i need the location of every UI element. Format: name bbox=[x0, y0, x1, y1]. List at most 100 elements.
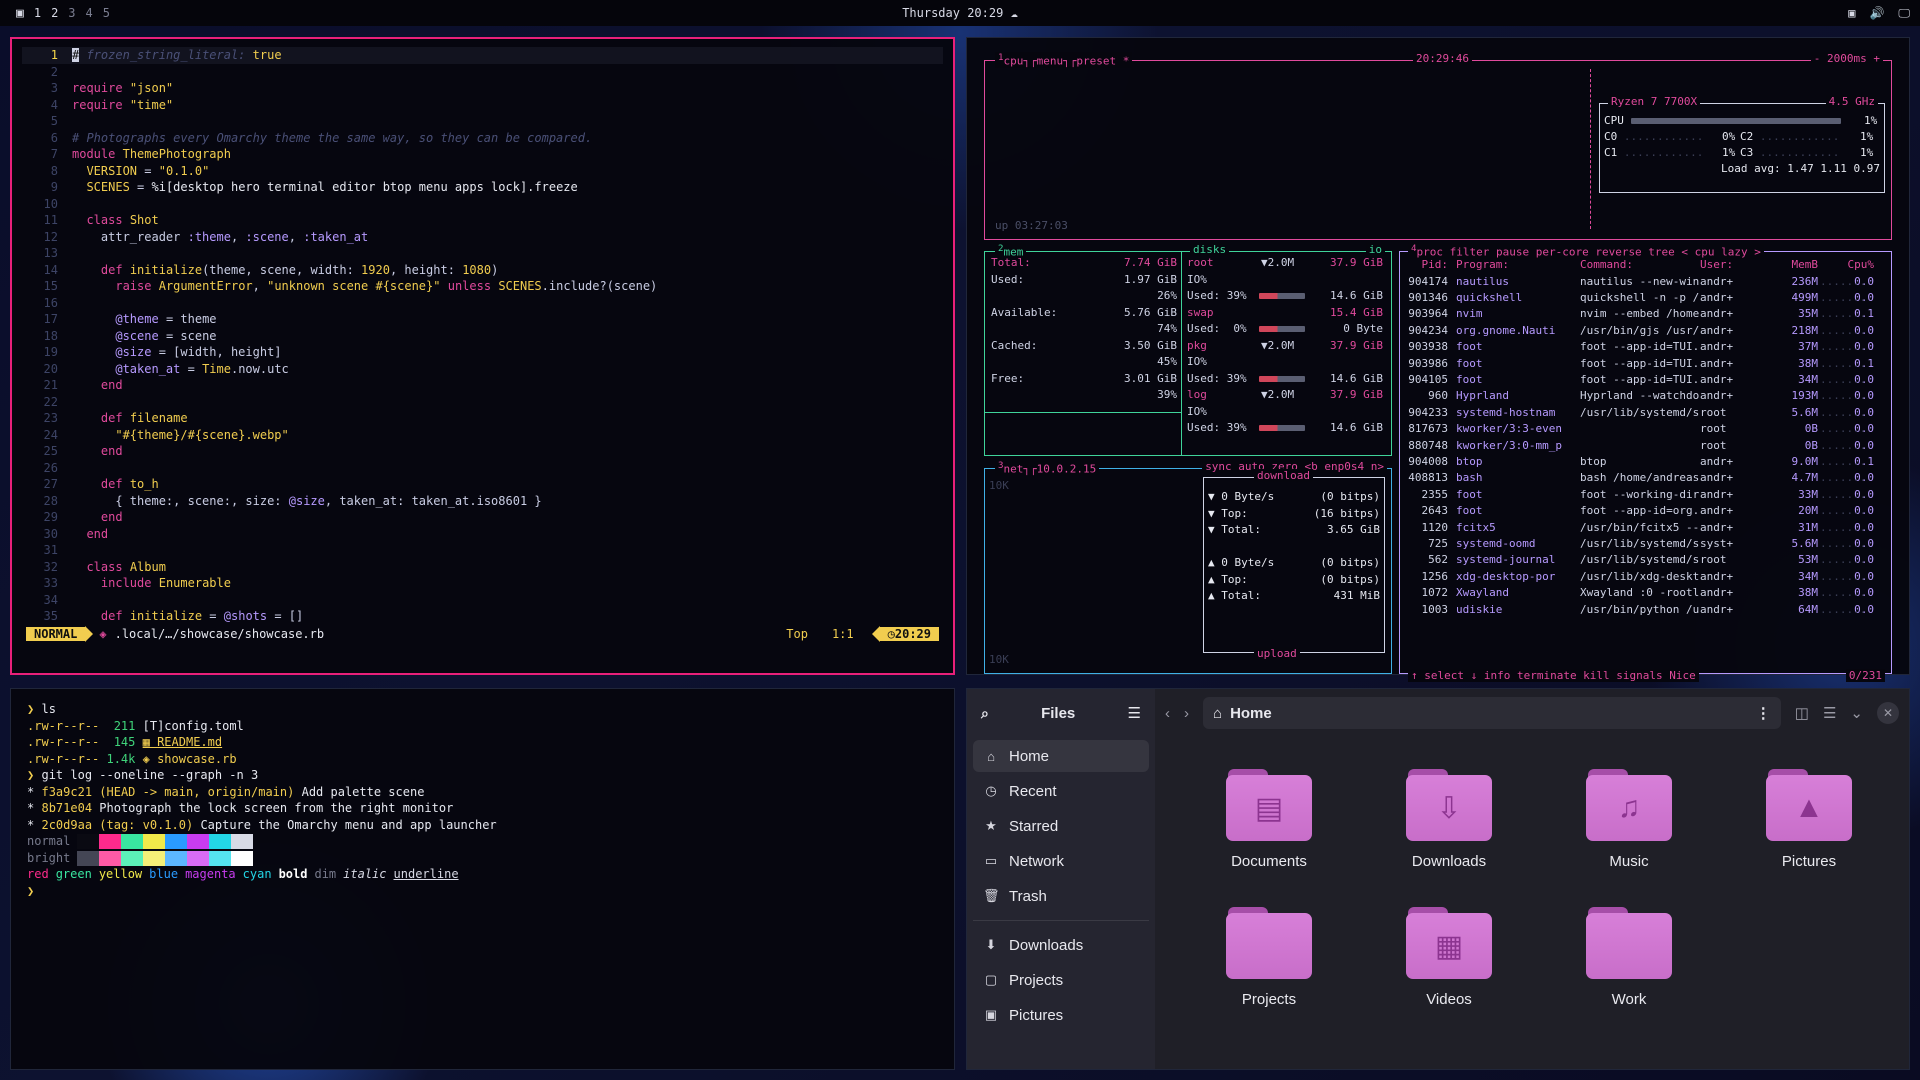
code-line[interactable]: 12 attr_reader :theme, :scene, :taken_at bbox=[22, 229, 943, 246]
workspace-1[interactable]: 1 bbox=[34, 6, 41, 20]
code-line[interactable]: 30 end bbox=[22, 526, 943, 543]
code-line[interactable]: 18 @scene = scene bbox=[22, 328, 943, 345]
code-line[interactable]: 24 "#{theme}/#{scene}.webp" bbox=[22, 427, 943, 444]
code-line[interactable]: 9 SCENES = %i[desktop hero terminal edit… bbox=[22, 179, 943, 196]
terminal-prompt[interactable]: ❯ bbox=[11, 883, 954, 900]
code-line[interactable]: 32 class Album bbox=[22, 559, 943, 576]
terminal-window[interactable]: ❯ ls .rw-r--r-- 211 [T]config.toml .rw-r--… bbox=[10, 688, 955, 1070]
code-line[interactable]: 35 def initialize = @shots = [] bbox=[22, 608, 943, 625]
search-icon[interactable]: ⌕ bbox=[981, 705, 989, 722]
code-line[interactable]: 26 bbox=[22, 460, 943, 477]
code-line[interactable]: 13 bbox=[22, 245, 943, 262]
code-line[interactable]: 23 def filename bbox=[22, 410, 943, 427]
folder-videos[interactable]: ▦ Videos bbox=[1374, 907, 1524, 1008]
code-area[interactable]: 1 # frozen_string_literal: true 2 3 require … bbox=[22, 47, 943, 625]
preset-tab[interactable]: preset * bbox=[1076, 55, 1129, 68]
code-line[interactable]: 8 VERSION = "0.1.0" bbox=[22, 163, 943, 180]
folder-music[interactable]: ♫ Music bbox=[1554, 769, 1704, 870]
code-line[interactable]: 25 end bbox=[22, 443, 943, 460]
more-icon[interactable]: ⋮ bbox=[1756, 704, 1771, 722]
cpu-tab[interactable]: cpu bbox=[1004, 55, 1024, 68]
sidebar-item-trash[interactable]: 🗑 Trash bbox=[973, 880, 1149, 912]
sidebar-item-projects[interactable]: ▢ Projects bbox=[973, 964, 1149, 996]
code-line[interactable]: 17 @theme = theme bbox=[22, 311, 943, 328]
code-line[interactable]: 6 # Photographs every Omarchy theme the s… bbox=[22, 130, 943, 147]
code-line[interactable]: 4 require "time" bbox=[22, 97, 943, 114]
proc-cell: 408813 bbox=[1408, 471, 1448, 485]
clock[interactable]: Thursday 20:29 bbox=[902, 6, 1003, 20]
workspace-switcher: ▣ 1 2 3 4 5 bbox=[16, 6, 110, 21]
code-line[interactable]: 14 def initialize(theme, scene, width: 1… bbox=[22, 262, 943, 279]
workspace-5[interactable]: 5 bbox=[103, 6, 110, 20]
code-line[interactable]: 21 end bbox=[22, 377, 943, 394]
volume-icon[interactable]: 🔊 bbox=[1869, 6, 1884, 21]
editor-window[interactable]: 1 # frozen_string_literal: true 2 3 require … bbox=[10, 37, 955, 675]
proc-cell: andr+ bbox=[1700, 586, 1734, 600]
location-bar[interactable]: ⌂ Home ⋮ bbox=[1203, 697, 1781, 729]
code-line[interactable]: 28 { theme:, scene:, size: @size, taken_… bbox=[22, 493, 943, 510]
workspace-4[interactable]: 4 bbox=[86, 6, 93, 20]
list-view-icon[interactable]: ☰ bbox=[1823, 704, 1836, 722]
folder-label: Documents bbox=[1231, 853, 1307, 870]
proc-cell: org.gnome.Nauti bbox=[1456, 323, 1556, 337]
code-line[interactable]: 33 include Enumerable bbox=[22, 575, 943, 592]
code-line[interactable]: 19 @size = [width, height] bbox=[22, 344, 943, 361]
camera-icon[interactable]: ◫ bbox=[1795, 704, 1809, 722]
btop-window[interactable]: 1cpu┐┌menu┐┌preset * 20:29:46 - 2000ms +… bbox=[966, 37, 1910, 682]
sidebar-item-network[interactable]: ▭ Network bbox=[973, 845, 1149, 877]
chevron-down-icon[interactable]: ⌄ bbox=[1850, 704, 1863, 722]
workspace-3[interactable]: 3 bbox=[68, 6, 75, 20]
code-line[interactable]: 27 def to_h bbox=[22, 476, 943, 493]
core-c3-value: 1% bbox=[1860, 146, 1874, 159]
folder-projects[interactable]: Projects bbox=[1194, 907, 1344, 1008]
line-text: @size = [width, height] bbox=[115, 345, 282, 359]
refresh-interval[interactable]: - 2000ms + bbox=[1810, 52, 1883, 65]
code-line[interactable]: 11 class Shot bbox=[22, 212, 943, 229]
screen-icon[interactable]: ▣ bbox=[1848, 6, 1855, 21]
code-line[interactable]: 7 module ThemePhotograph bbox=[22, 146, 943, 163]
sidebar-item-starred[interactable]: ★ Starred bbox=[973, 810, 1149, 842]
code-line[interactable]: 20 @taken_at = Time.now.utc bbox=[22, 361, 943, 378]
code-line[interactable]: 5 bbox=[22, 113, 943, 130]
core-c0-value: 0% bbox=[1722, 130, 1736, 143]
proc-footer[interactable]: ↑ select ↓ info terminate kill signals N… bbox=[1408, 669, 1699, 682]
code-line[interactable]: 2 bbox=[22, 64, 943, 81]
proc-cell: 903964 bbox=[1408, 307, 1448, 321]
code-line[interactable]: 22 bbox=[22, 394, 943, 411]
cpu-tabs[interactable]: 1cpu┐┌menu┐┌preset * bbox=[995, 52, 1133, 68]
proc-cell: 5.6M bbox=[1791, 405, 1819, 419]
code-line[interactable]: 29 end bbox=[22, 509, 943, 526]
sidebar-item-pictures[interactable]: ▣ Pictures bbox=[973, 999, 1149, 1031]
folder-icon: ♫ bbox=[1586, 769, 1672, 841]
code-line[interactable]: 16 bbox=[22, 295, 943, 312]
folder-label: Projects bbox=[1241, 991, 1297, 1008]
code-line[interactable]: 34 bbox=[22, 592, 943, 609]
code-line[interactable]: 3 require "json" bbox=[22, 80, 943, 97]
code-line[interactable]: 15 raise ArgumentError, "unknown scene #… bbox=[22, 278, 943, 295]
io-title[interactable]: io bbox=[1365, 243, 1385, 256]
sidebar-item-home[interactable]: ⌂ Home bbox=[973, 740, 1149, 772]
code-line[interactable]: 1 # frozen_string_literal: true bbox=[22, 47, 943, 64]
forward-icon[interactable]: › bbox=[1184, 705, 1189, 722]
line-number: 18 bbox=[43, 328, 58, 343]
disk-row: pkg ▼2.0M 37.9 GiB bbox=[1187, 338, 1383, 352]
code-line[interactable]: 31 bbox=[22, 542, 943, 559]
sidebar-item-recent[interactable]: ◷ Recent bbox=[973, 775, 1149, 807]
back-icon[interactable]: ‹ bbox=[1165, 705, 1170, 722]
sidebar-item-downloads[interactable]: ⬇ Downloads bbox=[973, 929, 1149, 961]
folder-icon: ▤ bbox=[1226, 769, 1312, 841]
proc-tabs[interactable]: proc filter pause per-core reverse tree … bbox=[1417, 246, 1761, 259]
folder-work[interactable]: Work bbox=[1554, 907, 1704, 1008]
launcher-icon[interactable]: ▣ bbox=[16, 6, 24, 21]
monitor-icon[interactable]: 🖵 bbox=[1898, 6, 1910, 21]
folder-downloads[interactable]: ⇩ Downloads bbox=[1374, 769, 1524, 870]
net-box: 3net┐┌10.0.2.15 sync auto zero <b enp0s4… bbox=[984, 460, 1392, 674]
files-window[interactable]: ⌕ Files ☰ ⌂ Home ◷ Recent ★ Starred ▭ Network 🗑 T… bbox=[966, 688, 1910, 1070]
menu-tab[interactable]: menu bbox=[1037, 55, 1064, 68]
folder-pictures[interactable]: ▲ Pictures bbox=[1734, 769, 1884, 870]
code-line[interactable]: 10 bbox=[22, 196, 943, 213]
workspace-2[interactable]: 2 bbox=[51, 6, 58, 20]
folder-documents[interactable]: ▤ Documents bbox=[1194, 769, 1344, 870]
menu-icon[interactable]: ☰ bbox=[1128, 704, 1141, 722]
close-icon[interactable]: ✕ bbox=[1877, 702, 1899, 724]
